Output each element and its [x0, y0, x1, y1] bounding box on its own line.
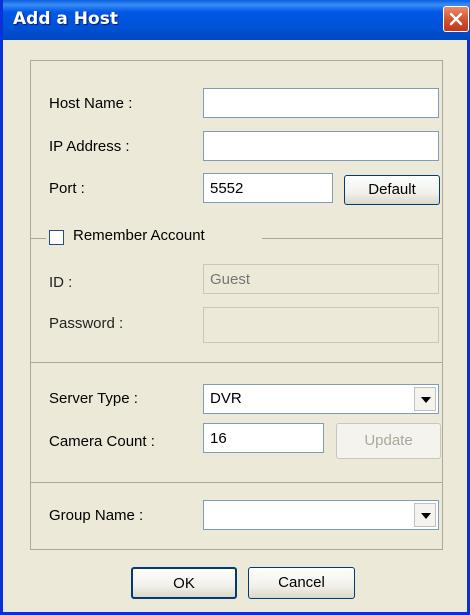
ok-button[interactable]: OK — [131, 567, 237, 599]
title-bar[interactable]: Add a Host — [3, 0, 470, 40]
id-input[interactable] — [203, 264, 439, 294]
camera-count-label: Camera Count : — [49, 433, 155, 450]
close-button[interactable] — [443, 6, 469, 32]
section-divider — [30, 362, 443, 363]
server-type-label: Server Type : — [49, 390, 138, 407]
group-name-select[interactable] — [203, 500, 439, 530]
host-name-label: Host Name : — [49, 95, 133, 112]
password-label: Password : — [49, 315, 124, 332]
server-type-select[interactable]: DVR — [203, 384, 439, 414]
chevron-down-icon — [421, 397, 431, 403]
host-name-input[interactable] — [203, 88, 439, 118]
server-type-value: DVR — [210, 390, 242, 407]
cancel-button[interactable]: Cancel — [248, 567, 355, 599]
dropdown-button[interactable] — [414, 387, 436, 411]
close-icon — [449, 12, 463, 26]
window-title: Add a Host — [13, 9, 118, 29]
add-host-dialog: Add a Host Host Name : IP Address : Port… — [0, 0, 470, 615]
section-divider — [30, 482, 443, 483]
port-input[interactable] — [203, 173, 333, 203]
ip-address-input[interactable] — [203, 131, 439, 161]
ip-address-label: IP Address : — [49, 138, 130, 155]
group-name-label: Group Name : — [49, 507, 144, 524]
remember-account-label[interactable]: Remember Account — [73, 227, 205, 244]
id-label: ID : — [49, 274, 73, 291]
default-button[interactable]: Default — [344, 175, 440, 205]
password-input[interactable] — [203, 307, 439, 343]
group-divider — [261, 238, 443, 239]
update-button[interactable]: Update — [336, 423, 441, 459]
port-label: Port : — [49, 180, 85, 197]
camera-count-input[interactable] — [203, 423, 324, 453]
group-divider — [30, 238, 46, 239]
dropdown-button[interactable] — [414, 503, 436, 527]
chevron-down-icon — [421, 513, 431, 519]
remember-account-row: Remember Account — [49, 227, 262, 249]
remember-account-checkbox[interactable] — [49, 230, 64, 245]
